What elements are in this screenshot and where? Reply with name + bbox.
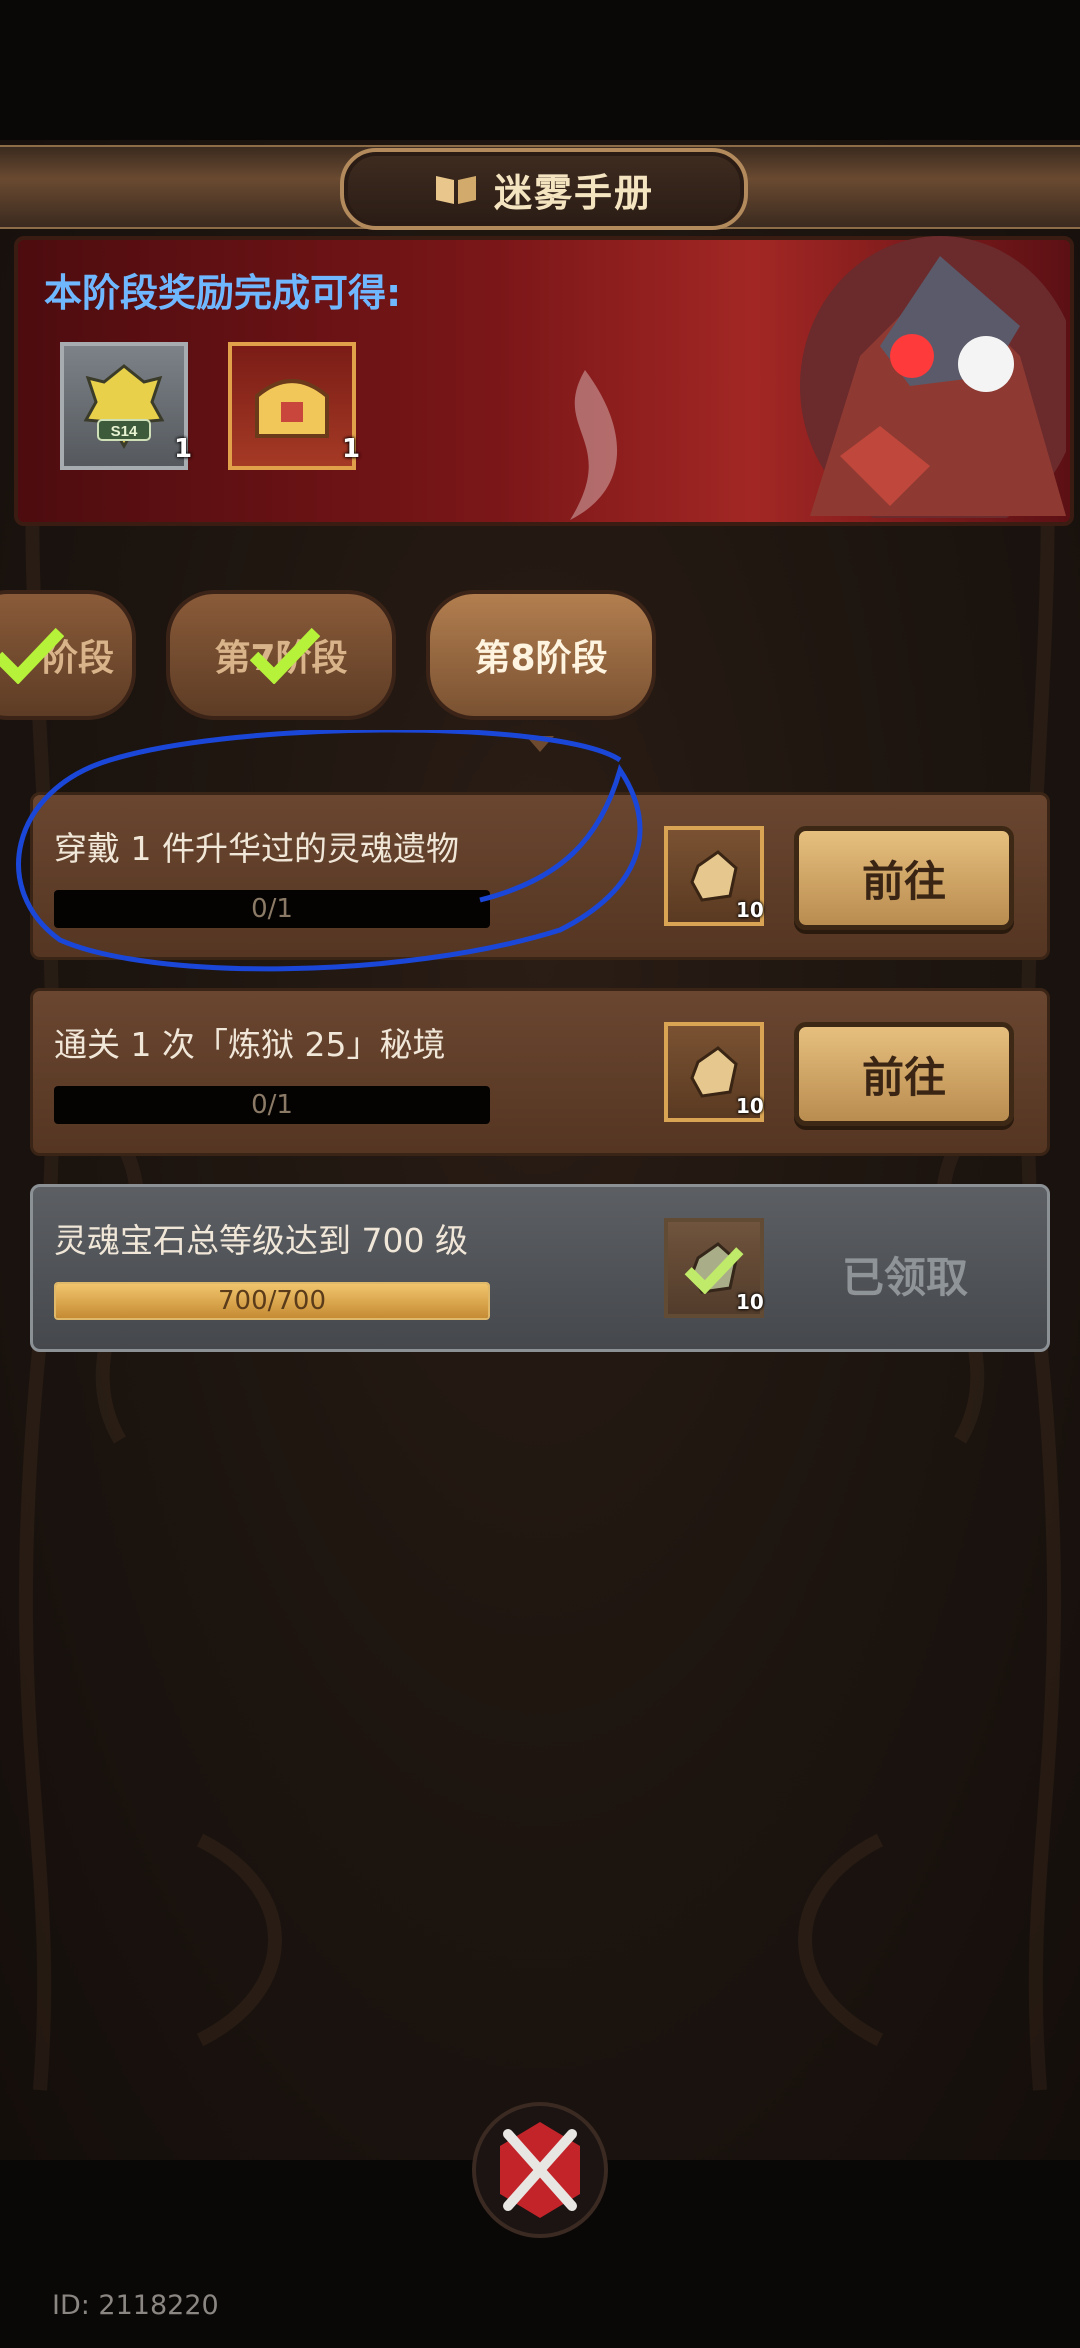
- book-icon: [435, 176, 476, 204]
- task-progress-bar: 700/700: [54, 1282, 490, 1320]
- title-plate: 迷雾手册: [340, 148, 748, 230]
- s14-badge-icon: S14: [83, 364, 165, 449]
- page-title: 迷雾手册: [493, 170, 654, 215]
- s14-label: S14: [111, 423, 138, 440]
- task-progress-bar: 0/1: [54, 1086, 490, 1124]
- task-reward-item[interactable]: 10: [664, 1022, 764, 1122]
- go-button[interactable]: 前往: [794, 826, 1014, 930]
- task-reward-item[interactable]: 10: [664, 826, 764, 926]
- reward-count: 1: [342, 434, 361, 464]
- tab-stage-completed-1[interactable]: 阶段: [0, 590, 136, 720]
- reward-count: 10: [736, 1094, 764, 1118]
- flame-decoration: [570, 370, 618, 520]
- tab-label: 第8阶段: [474, 638, 608, 679]
- go-button[interactable]: 前往: [794, 1022, 1014, 1126]
- annotation-circle: [16, 730, 643, 972]
- reward-chest[interactable]: 1: [228, 342, 360, 470]
- top-area: [0, 0, 1080, 140]
- check-icon: [250, 627, 320, 684]
- check-icon: [684, 1247, 744, 1294]
- demon-illustration: [800, 236, 1066, 518]
- user-id: ID: 2118220: [52, 2290, 219, 2321]
- claimed-label: 已领取: [842, 1253, 969, 1302]
- crossed-swords-icon[interactable]: [470, 2100, 610, 2240]
- task-reward-item: 10: [664, 1218, 764, 1318]
- ore-icon: [690, 850, 738, 902]
- task-label: 通关 1 次「炼狱 25」秘境: [54, 1025, 446, 1064]
- tab-stage-8[interactable]: 第8阶段: [426, 590, 656, 720]
- reward-count: 10: [736, 898, 764, 922]
- check-icon: [0, 627, 64, 684]
- reward-count: 1: [174, 434, 193, 464]
- reward-s14[interactable]: S14 1: [60, 342, 192, 470]
- progress-text: 700/700: [217, 1286, 326, 1316]
- tab-stage-completed-2[interactable]: 第7阶段: [166, 590, 396, 720]
- progress-text: 0/1: [251, 1090, 293, 1120]
- reward-count: 10: [736, 1290, 764, 1314]
- task-label: 灵魂宝石总等级达到 700 级: [54, 1221, 468, 1260]
- ore-icon: [690, 1046, 738, 1098]
- treasure-chest-icon: [255, 379, 329, 438]
- banner-title: 本阶段奖励完成可得:: [44, 271, 402, 315]
